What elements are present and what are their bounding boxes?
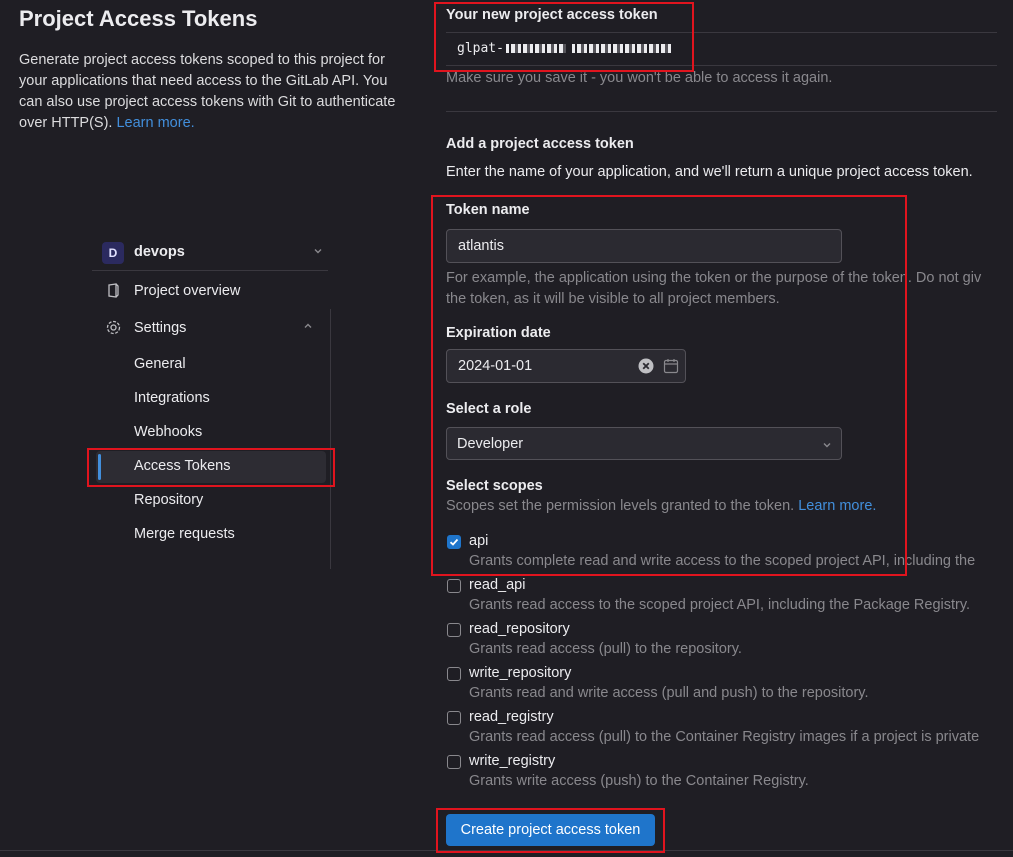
token-name-help: For example, the application using the t… [446,268,981,310]
form-heading: Add a project access token [446,136,634,152]
token-name-value: atlantis [458,238,504,254]
role-value: Developer [457,436,524,452]
sidebar-item-merge-requests[interactable]: Merge requests [134,526,235,542]
scopes-learn-more-link[interactable]: Learn more. [798,498,876,514]
project-icon [105,282,122,299]
role-label: Select a role [446,401,532,417]
sidebar-item-general[interactable]: General [134,356,186,372]
scope-name: read_registry [469,709,554,725]
token-name-help-line: For example, the application using the t… [446,270,982,286]
page-title: Project Access Tokens [19,6,258,31]
new-token-heading: Your new project access token [446,7,658,23]
divider [446,111,997,112]
scopes-help-text: Scopes set the permission levels granted… [446,498,795,514]
role-select[interactable]: Developer [446,427,842,460]
expiration-date-input[interactable]: 2024-01-01 [446,349,686,383]
create-token-button[interactable]: Create project access token [446,814,655,846]
divider [92,270,328,271]
sidebar-item-settings[interactable]: Settings [102,313,328,343]
scope-description: Grants read and write access (pull and p… [469,685,869,701]
learn-more-link[interactable]: Learn more. [116,115,194,131]
avatar: D [102,242,124,264]
scope-name: api [469,533,489,549]
divider [330,309,331,569]
gear-icon [105,319,122,336]
project-switcher[interactable]: D devops [102,239,328,269]
scope-name: write_repository [469,665,572,681]
project-name: devops [134,244,185,260]
scope-description: Grants write access (push) to the Contai… [469,773,809,789]
token-redacted [505,44,566,53]
sidebar-item-integrations[interactable]: Integrations [134,390,210,406]
scopes-help: Scopes set the permission levels granted… [446,498,876,514]
scope-checkbox-read-registry[interactable] [447,711,461,725]
scope-name: read_api [469,577,526,593]
scope-checkbox-read-repository[interactable] [447,623,461,637]
chevron-up-icon [302,320,314,335]
chevron-down-icon [312,245,324,260]
form-intro: Enter the name of your application, and … [446,164,973,180]
token-prefix: glpat- [457,41,504,56]
scope-description: Grants read access to the scoped project… [469,597,971,613]
clear-icon[interactable] [638,358,654,379]
sidebar-item-webhooks[interactable]: Webhooks [134,424,202,440]
sidebar-item-project-overview[interactable]: Project overview [102,276,328,306]
scope-name: read_repository [469,621,570,637]
divider [0,850,1013,851]
scope-checkbox-write-registry[interactable] [447,755,461,769]
scopes-label: Select scopes [446,478,543,494]
scope-description: Grants read access (pull) to the Contain… [469,729,980,745]
scope-checkbox-write-repository[interactable] [447,667,461,681]
token-name-label: Token name [446,202,530,218]
sidebar-item-repository[interactable]: Repository [134,492,203,508]
scope-checkbox-read-api[interactable] [447,579,461,593]
expiration-label: Expiration date [446,325,551,341]
new-token-hint: Make sure you save it - you won't be abl… [446,70,833,86]
calendar-icon[interactable] [663,358,679,379]
token-redacted [571,44,672,53]
sidebar-item-access-tokens[interactable]: Access Tokens [134,458,230,474]
token-name-help-line: the token, as it will be visible to all … [446,291,780,307]
sidebar-item-label: Project overview [134,283,241,299]
page-description-text: Generate project access tokens scoped to… [19,52,396,131]
new-token-field[interactable]: glpat- [446,32,997,66]
page-description: Generate project access tokens scoped to… [19,50,409,134]
token-name-input[interactable]: atlantis [446,229,842,263]
expiration-value: 2024-01-01 [458,358,533,374]
active-indicator [98,454,101,480]
scope-description: Grants complete read and write access to… [469,553,976,569]
scope-description: Grants read access (pull) to the reposit… [469,641,742,657]
sidebar-item-label: Settings [134,320,187,336]
scope-name: write_registry [469,753,556,769]
chevron-down-icon [821,438,833,456]
scope-checkbox-api[interactable] [447,535,461,549]
